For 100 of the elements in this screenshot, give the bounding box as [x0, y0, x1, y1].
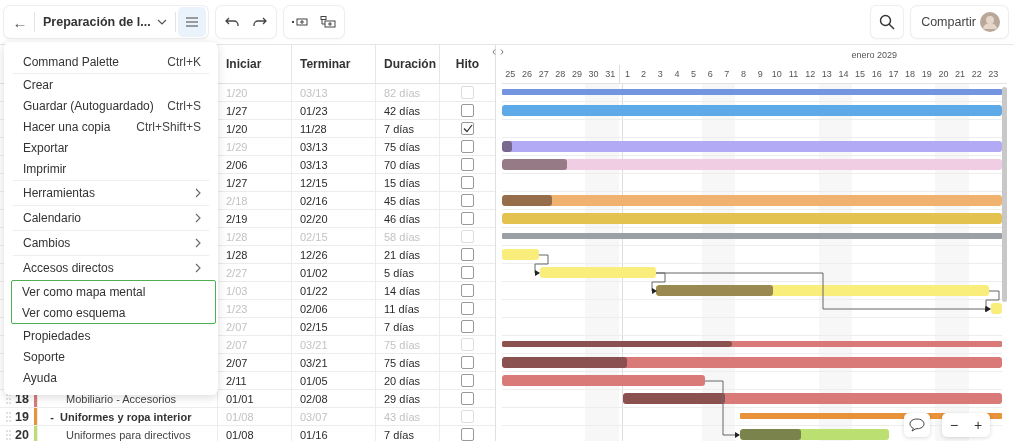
- zoom-out-button[interactable]: −: [942, 413, 966, 437]
- row-number: 20: [15, 427, 29, 441]
- day-label: 26: [520, 68, 533, 81]
- drag-handle-icon[interactable]: [6, 411, 11, 422]
- table-cell: 5 días: [376, 264, 440, 281]
- search-button[interactable]: [871, 6, 904, 38]
- undo-icon: [224, 17, 239, 27]
- table-cell: 21 días: [376, 246, 440, 263]
- task-bar[interactable]: [740, 429, 889, 440]
- milestone-checkbox[interactable]: [461, 356, 474, 369]
- table-cell: 01/08: [218, 408, 292, 425]
- milestone-checkbox[interactable]: [461, 158, 474, 171]
- day-label: 30: [587, 68, 600, 81]
- day-label: 5: [690, 68, 698, 81]
- day-label: 6: [706, 68, 714, 81]
- milestone-checkbox[interactable]: [461, 320, 474, 333]
- menu-item[interactable]: Accesos directos: [15, 256, 207, 279]
- drag-handle-icon[interactable]: [6, 393, 11, 404]
- month-label: enero 2029: [850, 49, 898, 62]
- milestone-checkbox[interactable]: [461, 176, 474, 189]
- task-bar[interactable]: [502, 195, 1002, 206]
- milestone-checkbox[interactable]: [461, 104, 474, 117]
- table-cell: 03/21: [292, 336, 376, 353]
- document-title-dropdown[interactable]: Preparación de l...: [35, 7, 175, 37]
- table-cell: 02/20: [292, 210, 376, 227]
- day-label: 20: [937, 68, 950, 81]
- table-cell: 02/15: [292, 318, 376, 335]
- menu-item[interactable]: Exportar: [15, 137, 207, 158]
- menu-item[interactable]: Guardar (Autoguardado) Ctrl+S: [15, 95, 207, 116]
- table-cell: 15 días: [376, 174, 440, 191]
- menu-item[interactable]: Crear: [15, 74, 207, 95]
- task-bar[interactable]: [502, 341, 1002, 347]
- menu-button[interactable]: [177, 7, 206, 37]
- menu-item[interactable]: Cambios: [15, 231, 207, 254]
- table-cell: 7 días: [376, 318, 440, 335]
- menu-item[interactable]: Propiedades: [15, 325, 207, 346]
- table-cell: 7 días: [376, 426, 440, 441]
- milestone-checkbox[interactable]: [461, 140, 474, 153]
- table-cell: 03/13: [292, 84, 376, 101]
- milestone-checkbox[interactable]: [461, 194, 474, 207]
- day-label: 9: [756, 68, 764, 81]
- menu-item[interactable]: Ver como mapa mental: [14, 281, 213, 302]
- share-button[interactable]: Compartir: [911, 6, 1008, 38]
- table-cell: 01/05: [292, 372, 376, 389]
- zoom-in-button[interactable]: +: [966, 413, 990, 437]
- milestone-checkbox[interactable]: [461, 428, 474, 441]
- milestone-checkbox[interactable]: [461, 122, 474, 135]
- menu-item[interactable]: Herramientas: [15, 181, 207, 204]
- day-label: 21: [954, 68, 967, 81]
- day-label: 17: [887, 68, 900, 81]
- table-cell: 03/07: [292, 408, 376, 425]
- table-cell: 75 días: [376, 138, 440, 155]
- menu-item[interactable]: Command Palette Ctrl+K: [15, 51, 207, 72]
- task-bar[interactable]: [502, 159, 1002, 170]
- day-label: 18: [904, 68, 917, 81]
- table-cell: 75 días: [376, 354, 440, 371]
- table-cell: 03/13: [292, 138, 376, 155]
- day-label: 12: [804, 68, 817, 81]
- dependency-connector: [704, 380, 740, 438]
- back-button[interactable]: ←: [6, 7, 34, 37]
- collapse-toggle[interactable]: -: [46, 410, 58, 423]
- day-label: 23: [987, 68, 1000, 81]
- menu-item[interactable]: Calendario: [15, 206, 207, 229]
- table-cell: 01/08: [218, 426, 292, 441]
- vertical-scrollbar[interactable]: [1002, 87, 1007, 302]
- milestone-checkbox[interactable]: [461, 266, 474, 279]
- drag-handle-icon[interactable]: [6, 429, 11, 440]
- table-cell: 03/21: [292, 354, 376, 371]
- milestone-checkbox[interactable]: [461, 248, 474, 261]
- day-label: 22: [970, 68, 983, 81]
- table-cell: 02/15: [292, 228, 376, 245]
- table-cell: 01/01: [218, 390, 292, 407]
- table-cell: 11/28: [292, 120, 376, 137]
- day-label: 8: [740, 68, 747, 81]
- table-cell: 46 días: [376, 210, 440, 227]
- table-cell: 03/13: [292, 156, 376, 173]
- task-bar[interactable]: [502, 357, 1002, 368]
- milestone-checkbox[interactable]: [461, 392, 474, 405]
- comment-button[interactable]: [904, 413, 930, 437]
- day-label: 10: [770, 68, 783, 81]
- task-bar[interactable]: [656, 285, 989, 296]
- check-icon: [462, 124, 473, 133]
- menu-item[interactable]: Imprimir: [15, 158, 207, 179]
- menu-item[interactable]: Ayuda: [15, 367, 207, 388]
- milestone-checkbox[interactable]: [461, 302, 474, 315]
- milestone-checkbox[interactable]: [461, 284, 474, 297]
- task-name: Mobiliario - Accesorios: [65, 392, 177, 405]
- table-cell: 82 días: [376, 84, 440, 101]
- menu-item[interactable]: Hacer una copia Ctrl+Shift+S: [15, 116, 207, 137]
- day-label: 11: [787, 68, 800, 81]
- day-label: 3: [656, 68, 664, 81]
- milestone-checkbox[interactable]: [461, 212, 474, 225]
- chevron-right-icon: [195, 187, 201, 198]
- task-bar[interactable]: [623, 393, 1002, 404]
- add-subtask-icon: [319, 16, 336, 28]
- menu-item[interactable]: Ver como esquema: [14, 302, 213, 323]
- milestone-checkbox[interactable]: [461, 374, 474, 387]
- menu-item[interactable]: Soporte: [15, 346, 207, 367]
- panel-arrows-icon[interactable]: [492, 49, 504, 55]
- task-name: Uniformes para directivos: [65, 428, 191, 441]
